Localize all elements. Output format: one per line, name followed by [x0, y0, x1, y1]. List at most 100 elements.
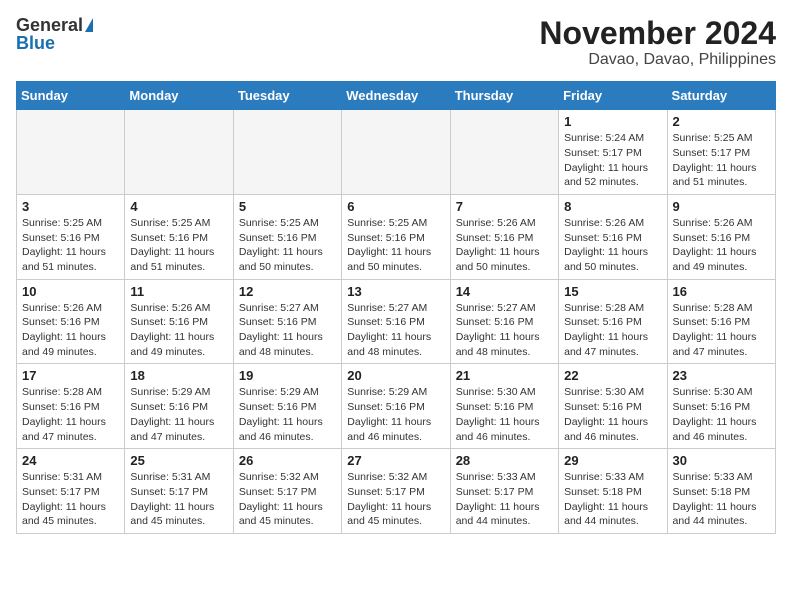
calendar-cell: 16Sunrise: 5:28 AMSunset: 5:16 PMDayligh… [667, 279, 775, 364]
day-info: Sunrise: 5:26 AMSunset: 5:16 PMDaylight:… [130, 301, 227, 360]
days-of-week-row: Sunday Monday Tuesday Wednesday Thursday… [17, 82, 776, 110]
day-number: 26 [239, 453, 336, 468]
day-number: 1 [564, 114, 661, 129]
day-info: Sunrise: 5:31 AMSunset: 5:17 PMDaylight:… [130, 470, 227, 529]
day-info: Sunrise: 5:28 AMSunset: 5:16 PMDaylight:… [673, 301, 770, 360]
day-number: 7 [456, 199, 553, 214]
calendar-cell: 14Sunrise: 5:27 AMSunset: 5:16 PMDayligh… [450, 279, 558, 364]
day-number: 3 [22, 199, 119, 214]
week-row-2: 10 Sunrise: 5:26 AMSunset: 5:16 PMDayligh… [17, 279, 776, 364]
title-block: November 2024 Davao, Davao, Philippines [539, 16, 776, 69]
day-number: 21 [456, 368, 553, 383]
day-number: 11 [130, 284, 227, 299]
col-friday: Friday [559, 82, 667, 110]
page-subtitle: Davao, Davao, Philippines [539, 51, 776, 69]
calendar-cell: 1 Sunrise: 5:24 AMSunset: 5:17 PMDaylight… [559, 110, 667, 195]
day-info: Sunrise: 5:26 AMSunset: 5:16 PMDaylight:… [564, 216, 661, 275]
day-info: Sunrise: 5:32 AMSunset: 5:17 PMDaylight:… [347, 470, 444, 529]
day-number: 6 [347, 199, 444, 214]
day-number: 15 [564, 284, 661, 299]
calendar-cell: 17 Sunrise: 5:28 AMSunset: 5:16 PMDayligh… [17, 364, 125, 449]
col-sunday: Sunday [17, 82, 125, 110]
col-saturday: Saturday [667, 82, 775, 110]
day-info: Sunrise: 5:25 AMSunset: 5:16 PMDaylight:… [239, 216, 336, 275]
calendar-table: Sunday Monday Tuesday Wednesday Thursday… [16, 81, 776, 534]
calendar-cell: 23 Sunrise: 5:30 AMSunset: 5:16 PMDayligh… [667, 364, 775, 449]
calendar-cell: 30Sunrise: 5:33 AMSunset: 5:18 PMDayligh… [667, 449, 775, 534]
day-number: 28 [456, 453, 553, 468]
calendar-cell: 9 Sunrise: 5:26 AMSunset: 5:16 PMDaylight… [667, 194, 775, 279]
calendar-cell: 27 Sunrise: 5:32 AMSunset: 5:17 PMDayligh… [342, 449, 450, 534]
day-info: Sunrise: 5:27 AMSunset: 5:16 PMDaylight:… [239, 301, 336, 360]
day-info: Sunrise: 5:32 AMSunset: 5:17 PMDaylight:… [239, 470, 336, 529]
calendar-cell [125, 110, 233, 195]
week-row-3: 17 Sunrise: 5:28 AMSunset: 5:16 PMDayligh… [17, 364, 776, 449]
calendar-cell: 3Sunrise: 5:25 AMSunset: 5:16 PMDaylight… [17, 194, 125, 279]
col-monday: Monday [125, 82, 233, 110]
day-info: Sunrise: 5:24 AMSunset: 5:17 PMDaylight:… [564, 131, 661, 190]
calendar-cell: 24 Sunrise: 5:31 AMSunset: 5:17 PMDayligh… [17, 449, 125, 534]
day-info: Sunrise: 5:26 AMSunset: 5:16 PMDaylight:… [673, 216, 770, 275]
day-number: 17 [22, 368, 119, 383]
calendar-cell: 5 Sunrise: 5:25 AMSunset: 5:16 PMDaylight… [233, 194, 341, 279]
week-row-0: 1 Sunrise: 5:24 AMSunset: 5:17 PMDaylight… [17, 110, 776, 195]
calendar-cell: 29 Sunrise: 5:33 AMSunset: 5:18 PMDayligh… [559, 449, 667, 534]
day-info: Sunrise: 5:26 AMSunset: 5:16 PMDaylight:… [456, 216, 553, 275]
day-number: 22 [564, 368, 661, 383]
calendar-cell: 20Sunrise: 5:29 AMSunset: 5:16 PMDayligh… [342, 364, 450, 449]
day-number: 8 [564, 199, 661, 214]
calendar-cell [233, 110, 341, 195]
day-info: Sunrise: 5:30 AMSunset: 5:16 PMDaylight:… [564, 385, 661, 444]
week-row-1: 3 Sunrise: 5:25 AMSunset: 5:16 PMDaylight… [17, 194, 776, 279]
day-number: 23 [673, 368, 770, 383]
col-thursday: Thursday [450, 82, 558, 110]
week-row-4: 24 Sunrise: 5:31 AMSunset: 5:17 PMDayligh… [17, 449, 776, 534]
logo-general-text: General [16, 16, 83, 34]
calendar-cell: 10 Sunrise: 5:26 AMSunset: 5:16 PMDayligh… [17, 279, 125, 364]
logo: General Blue [16, 16, 93, 52]
calendar-cell: 15 Sunrise: 5:28 AMSunset: 5:16 PMDayligh… [559, 279, 667, 364]
day-number: 27 [347, 453, 444, 468]
logo-blue-text: Blue [16, 34, 55, 52]
calendar-cell: 19Sunrise: 5:29 AMSunset: 5:16 PMDayligh… [233, 364, 341, 449]
calendar-cell: 7 Sunrise: 5:26 AMSunset: 5:16 PMDaylight… [450, 194, 558, 279]
day-info: Sunrise: 5:30 AMSunset: 5:16 PMDaylight:… [673, 385, 770, 444]
day-number: 10 [22, 284, 119, 299]
day-number: 4 [130, 199, 227, 214]
logo-icon [85, 18, 93, 32]
day-number: 20 [347, 368, 444, 383]
day-info: Sunrise: 5:25 AMSunset: 5:17 PMDaylight:… [673, 131, 770, 190]
day-info: Sunrise: 5:26 AMSunset: 5:16 PMDaylight:… [22, 301, 119, 360]
day-number: 2 [673, 114, 770, 129]
page-header: General Blue November 2024 Davao, Davao,… [16, 16, 776, 69]
day-info: Sunrise: 5:25 AMSunset: 5:16 PMDaylight:… [130, 216, 227, 275]
day-number: 12 [239, 284, 336, 299]
day-info: Sunrise: 5:28 AMSunset: 5:16 PMDaylight:… [564, 301, 661, 360]
day-number: 5 [239, 199, 336, 214]
calendar-cell: 8 Sunrise: 5:26 AMSunset: 5:16 PMDaylight… [559, 194, 667, 279]
calendar-body: 1 Sunrise: 5:24 AMSunset: 5:17 PMDaylight… [17, 110, 776, 534]
day-info: Sunrise: 5:33 AMSunset: 5:18 PMDaylight:… [673, 470, 770, 529]
calendar-cell: 6Sunrise: 5:25 AMSunset: 5:16 PMDaylight… [342, 194, 450, 279]
calendar-cell: 22 Sunrise: 5:30 AMSunset: 5:16 PMDayligh… [559, 364, 667, 449]
calendar-cell: 12 Sunrise: 5:27 AMSunset: 5:16 PMDayligh… [233, 279, 341, 364]
calendar-cell: 11 Sunrise: 5:26 AMSunset: 5:16 PMDayligh… [125, 279, 233, 364]
calendar-cell: 4 Sunrise: 5:25 AMSunset: 5:16 PMDaylight… [125, 194, 233, 279]
day-info: Sunrise: 5:29 AMSunset: 5:16 PMDaylight:… [239, 385, 336, 444]
day-number: 29 [564, 453, 661, 468]
calendar-cell: 26 Sunrise: 5:32 AMSunset: 5:17 PMDayligh… [233, 449, 341, 534]
day-number: 9 [673, 199, 770, 214]
day-info: Sunrise: 5:30 AMSunset: 5:16 PMDaylight:… [456, 385, 553, 444]
day-info: Sunrise: 5:27 AMSunset: 5:16 PMDaylight:… [347, 301, 444, 360]
day-info: Sunrise: 5:31 AMSunset: 5:17 PMDaylight:… [22, 470, 119, 529]
day-number: 13 [347, 284, 444, 299]
day-info: Sunrise: 5:27 AMSunset: 5:16 PMDaylight:… [456, 301, 553, 360]
day-number: 18 [130, 368, 227, 383]
col-wednesday: Wednesday [342, 82, 450, 110]
day-info: Sunrise: 5:33 AMSunset: 5:18 PMDaylight:… [564, 470, 661, 529]
day-info: Sunrise: 5:28 AMSunset: 5:16 PMDaylight:… [22, 385, 119, 444]
calendar-cell: 2 Sunrise: 5:25 AMSunset: 5:17 PMDaylight… [667, 110, 775, 195]
day-number: 24 [22, 453, 119, 468]
page-title: November 2024 [539, 16, 776, 51]
calendar-cell: 13 Sunrise: 5:27 AMSunset: 5:16 PMDayligh… [342, 279, 450, 364]
